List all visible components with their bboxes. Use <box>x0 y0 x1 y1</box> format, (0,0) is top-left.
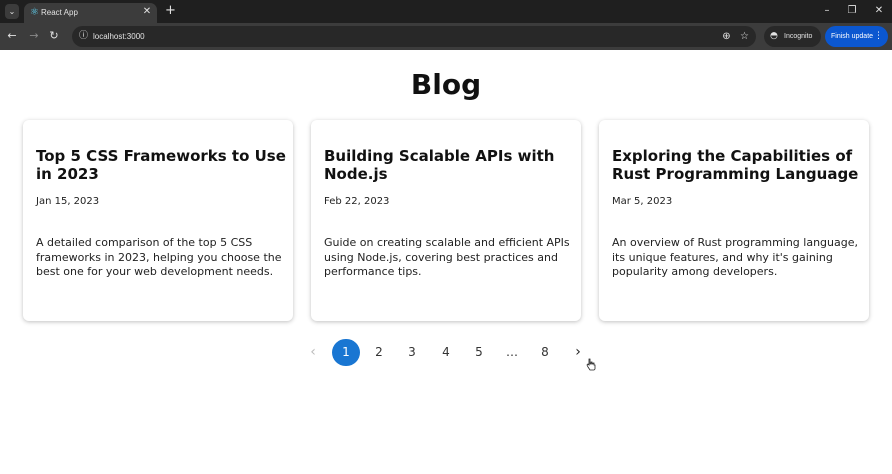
page-button-4[interactable]: 4 <box>432 339 460 366</box>
browser-tab[interactable]: ⚛ React App ✕ <box>24 3 157 23</box>
pagination-ellipsis: … <box>506 345 518 359</box>
card-date: Feb 22, 2023 <box>324 196 390 207</box>
tab-title: React App <box>41 8 78 17</box>
page-button-3[interactable]: 3 <box>398 339 426 366</box>
card-title: Top 5 CSS Frameworks to Use in 2023 <box>36 147 286 183</box>
forward-arrow-icon[interactable]: → <box>27 29 41 43</box>
page-button-1[interactable]: 1 <box>332 339 360 366</box>
previous-page-chevron-icon[interactable]: ‹ <box>299 339 327 366</box>
browser-tab-strip: ⌄ ⚛ React App ✕ + – ❐ ✕ <box>0 0 892 23</box>
card-date: Jan 15, 2023 <box>36 196 100 207</box>
close-tab-icon[interactable]: ✕ <box>141 6 153 18</box>
blog-card[interactable]: Top 5 CSS Frameworks to Use in 2023 Jan … <box>23 120 293 321</box>
address-bar[interactable]: ⓘ localhost:3000 ⊕ ☆ <box>72 26 756 47</box>
blog-card[interactable]: Exploring the Capabilities of Rust Progr… <box>599 120 869 321</box>
card-description: Guide on creating scalable and efficient… <box>324 236 570 278</box>
incognito-badge[interactable]: ◓ Incognito <box>764 26 821 47</box>
card-title: Building Scalable APIs with Node.js <box>324 147 555 183</box>
more-menu-icon[interactable]: ⋮ <box>874 30 883 43</box>
finish-update-button[interactable]: Finish update ⋮ <box>825 26 888 47</box>
card-title: Exploring the Capabilities of Rust Progr… <box>612 147 859 183</box>
react-icon: ⚛ <box>30 7 39 18</box>
reload-icon[interactable]: ↻ <box>47 29 61 43</box>
page-button-5[interactable]: 5 <box>465 339 493 366</box>
page-button-2[interactable]: 2 <box>365 339 393 366</box>
card-date: Mar 5, 2023 <box>612 196 673 207</box>
browser-toolbar: ← → ↻ ⓘ localhost:3000 ⊕ ☆ ◓ Incognito F… <box>0 23 892 50</box>
zoom-icon[interactable]: ⊕ <box>720 30 733 43</box>
minimize-icon[interactable]: – <box>818 3 836 19</box>
finish-update-label: Finish update <box>831 33 874 40</box>
card-description: An overview of Rust programming language… <box>612 236 858 278</box>
bookmark-star-icon[interactable]: ☆ <box>738 30 751 43</box>
back-arrow-icon[interactable]: ← <box>5 29 19 43</box>
card-description: A detailed comparison of the top 5 CSS f… <box>36 236 282 278</box>
restore-icon[interactable]: ❐ <box>843 3 861 19</box>
incognito-label: Incognito <box>784 33 813 40</box>
close-window-icon[interactable]: ✕ <box>870 3 888 19</box>
incognito-icon: ◓ <box>770 31 778 41</box>
url-text[interactable]: localhost:3000 <box>93 31 145 42</box>
page-button-8[interactable]: 8 <box>531 339 559 366</box>
page-title: Blog <box>410 68 482 101</box>
hand-cursor-icon <box>586 358 596 371</box>
blog-card[interactable]: Building Scalable APIs with Node.js Feb … <box>311 120 581 321</box>
new-tab-plus-icon[interactable]: + <box>164 4 177 18</box>
tab-search-chevron-icon[interactable]: ⌄ <box>5 4 19 19</box>
site-info-icon[interactable]: ⓘ <box>77 30 90 43</box>
